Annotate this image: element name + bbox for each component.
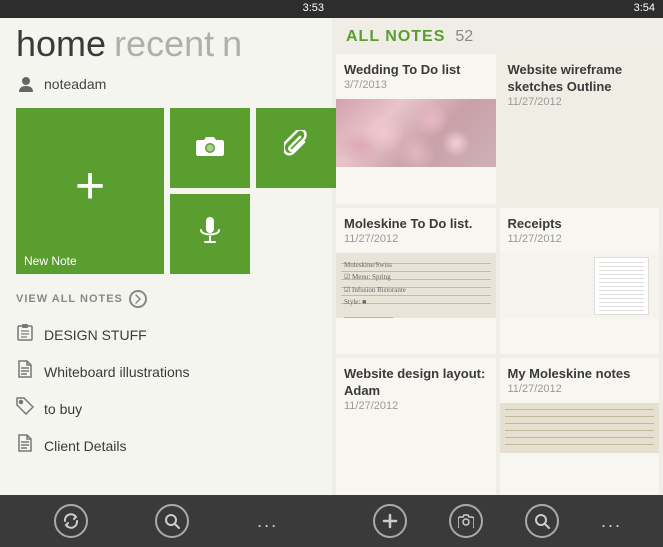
view-all-arrow-icon bbox=[129, 290, 147, 308]
right-status-bar: 3:54 bbox=[332, 0, 663, 18]
note-card-header: Wedding To Do list 3/7/2013 bbox=[336, 54, 496, 99]
note-card-wedding[interactable]: Wedding To Do list 3/7/2013 bbox=[336, 54, 496, 204]
receipts-image bbox=[500, 253, 660, 318]
note-title: Website design layout: Adam bbox=[344, 366, 488, 400]
note-card-header: Website design layout: Adam 11/27/2012 bbox=[336, 358, 496, 420]
mic-tile-icon bbox=[198, 216, 222, 253]
recent-label: recent bbox=[114, 26, 214, 62]
camera-button-right[interactable] bbox=[449, 504, 483, 538]
left-panel: 3:53 home recent n noteadam + New Note bbox=[0, 0, 332, 547]
note-date: 11/27/2012 bbox=[508, 383, 652, 399]
new-note-tile[interactable]: + New Note bbox=[16, 108, 164, 274]
note-card-webdesign[interactable]: Website design layout: Adam 11/27/2012 bbox=[336, 358, 496, 495]
notes-list: DESIGN STUFF Whiteboard illustrations bbox=[0, 316, 332, 495]
note-card-header: Moleskine To Do list. 11/27/2012 bbox=[336, 208, 496, 253]
camera-tile-icon bbox=[195, 132, 225, 164]
note-date: 11/27/2012 bbox=[344, 400, 488, 416]
list-item-text: Whiteboard illustrations bbox=[44, 364, 190, 380]
moleskine-image: Moleskine/Swiss ☑ Menu: Spring ☑ Infusio… bbox=[336, 253, 496, 318]
clipboard-icon bbox=[16, 323, 34, 346]
right-header: ALL NOTES 52 bbox=[332, 18, 663, 54]
note-card-receipts[interactable]: Receipts 11/27/2012 bbox=[500, 208, 660, 355]
notes-grid: Wedding To Do list 3/7/2013 Website wire… bbox=[332, 54, 663, 495]
all-notes-title: ALL NOTES bbox=[346, 28, 445, 46]
tag-icon bbox=[16, 397, 34, 420]
more-button-left[interactable]: ... bbox=[257, 511, 278, 532]
right-time: 3:54 bbox=[634, 2, 655, 14]
note-title: Moleskine To Do list. bbox=[344, 216, 488, 233]
page-icon-2 bbox=[16, 434, 34, 457]
page-icon bbox=[16, 360, 34, 383]
list-item[interactable]: Whiteboard illustrations bbox=[16, 353, 316, 390]
search-button-left[interactable] bbox=[155, 504, 189, 538]
list-item-text: to buy bbox=[44, 401, 82, 417]
moleskine2-image bbox=[500, 403, 660, 453]
note-card-header: Website wireframe sketches Outline 11/27… bbox=[500, 54, 660, 116]
paperclip-tile[interactable] bbox=[256, 108, 336, 188]
note-title: Wedding To Do list bbox=[344, 62, 488, 79]
list-item-text: DESIGN STUFF bbox=[44, 327, 147, 343]
camera-tile[interactable] bbox=[170, 108, 250, 188]
note-date: 11/27/2012 bbox=[344, 233, 488, 249]
note-date: 11/27/2012 bbox=[508, 96, 652, 112]
right-panel: 3:54 ALL NOTES 52 Wedding To Do list 3/7… bbox=[332, 0, 663, 547]
note-card-mynotes[interactable]: My Moleskine notes 11/27/2012 bbox=[500, 358, 660, 495]
tiles-grid: + New Note bbox=[0, 100, 332, 282]
note-title: Receipts bbox=[508, 216, 652, 233]
flower-image bbox=[336, 99, 496, 167]
left-status-bar: 3:53 bbox=[0, 0, 332, 18]
note-date: 11/27/2012 bbox=[508, 233, 652, 249]
notes-count: 52 bbox=[455, 28, 473, 46]
home-label: home bbox=[16, 26, 106, 62]
user-icon bbox=[16, 74, 36, 94]
more-button-right[interactable]: ... bbox=[601, 511, 622, 532]
note-card-wireframe[interactable]: Website wireframe sketches Outline 11/27… bbox=[500, 54, 660, 204]
list-item[interactable]: Client Details bbox=[16, 427, 316, 464]
list-item[interactable]: to buy bbox=[16, 390, 316, 427]
note-card-header: My Moleskine notes 11/27/2012 bbox=[500, 358, 660, 403]
user-row: noteadam bbox=[0, 68, 332, 100]
sync-button[interactable] bbox=[54, 504, 88, 538]
view-all-row[interactable]: VIEW ALL NOTES bbox=[0, 282, 332, 316]
n-label: n bbox=[222, 26, 242, 62]
search-button-right[interactable] bbox=[525, 504, 559, 538]
user-name: noteadam bbox=[44, 76, 106, 92]
note-date: 3/7/2013 bbox=[344, 79, 488, 95]
receipt-paper bbox=[594, 257, 649, 315]
note-card-moleskine[interactable]: Moleskine To Do list. 11/27/2012 Moleski… bbox=[336, 208, 496, 355]
list-item-text: Client Details bbox=[44, 438, 126, 454]
note-card-header: Receipts 11/27/2012 bbox=[500, 208, 660, 253]
mic-tile[interactable] bbox=[170, 194, 250, 274]
paperclip-tile-icon bbox=[284, 130, 308, 167]
note-title: My Moleskine notes bbox=[508, 366, 652, 383]
right-bottom-bar: ... bbox=[332, 495, 663, 547]
plus-icon: + bbox=[75, 160, 105, 212]
list-item[interactable]: DESIGN STUFF bbox=[16, 316, 316, 353]
left-bottom-bar: ... bbox=[0, 495, 332, 547]
left-header: home recent n bbox=[0, 18, 332, 68]
new-note-label: New Note bbox=[24, 254, 77, 268]
left-time: 3:53 bbox=[303, 2, 324, 14]
note-title: Website wireframe sketches Outline bbox=[508, 62, 652, 96]
moleskine-text: Moleskine/Swiss ☑ Menu: Spring ☑ Infusio… bbox=[344, 259, 488, 318]
view-all-text: VIEW ALL NOTES bbox=[16, 293, 123, 305]
add-note-button[interactable] bbox=[373, 504, 407, 538]
